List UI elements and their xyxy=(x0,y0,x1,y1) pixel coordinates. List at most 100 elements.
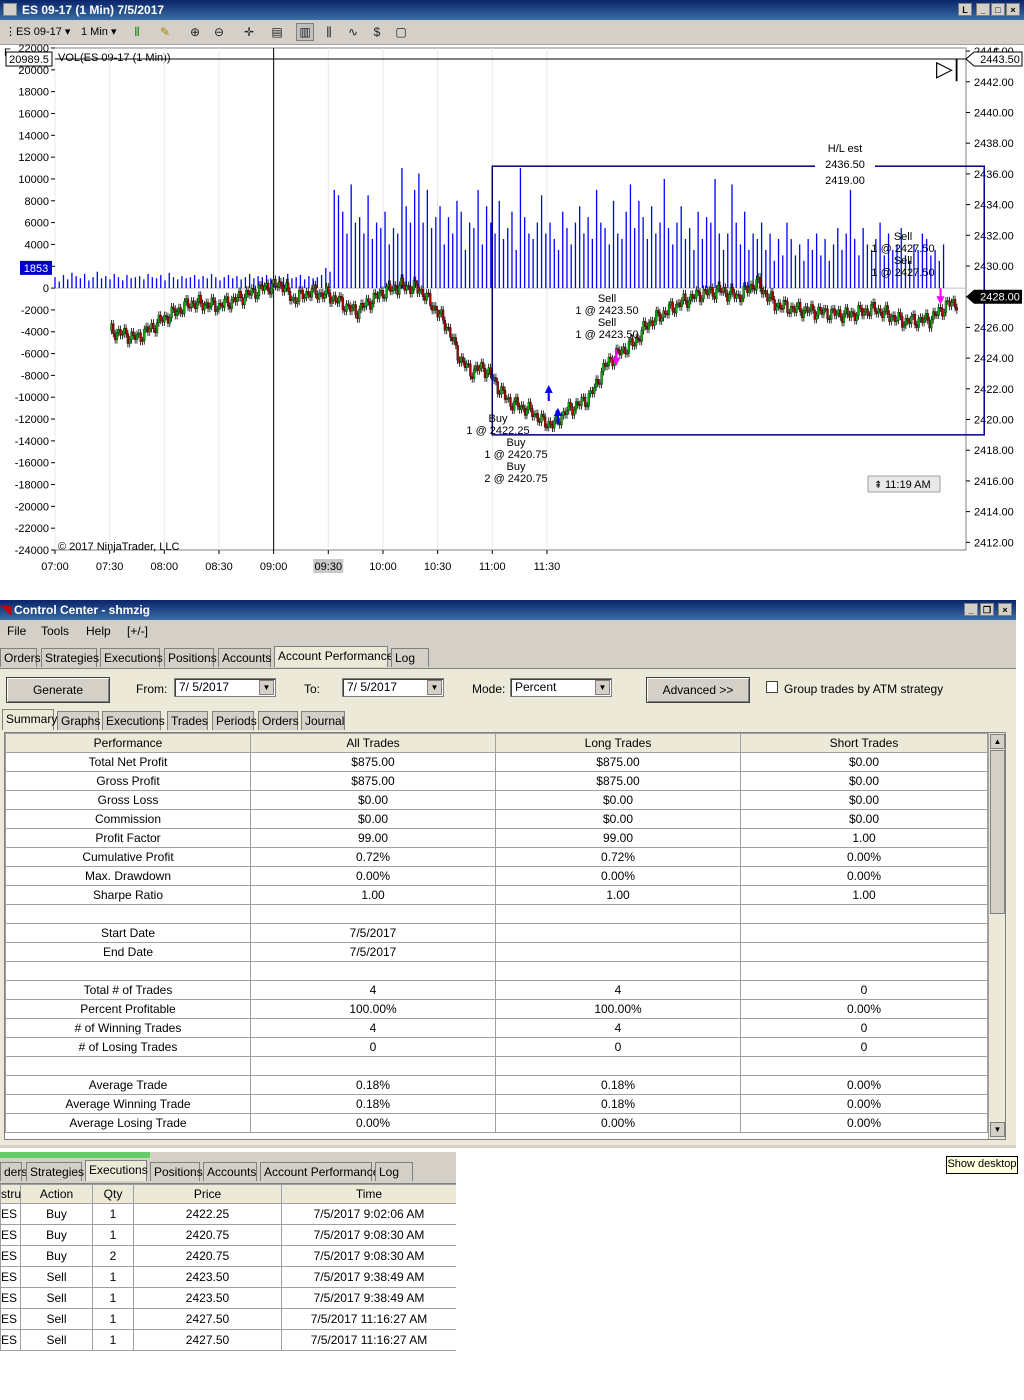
tab-executions[interactable]: Executions xyxy=(100,648,163,667)
perf-row[interactable]: Sharpe Ratio 1.00 1.00 1.00 xyxy=(5,885,988,905)
perf-row[interactable]: Gross Profit $875.00 $875.00 $0.00 xyxy=(5,771,988,791)
crosshair-icon[interactable]: ✛ xyxy=(240,23,258,41)
generate-button[interactable]: Generate xyxy=(6,677,110,703)
data-box-icon[interactable]: ▢ xyxy=(392,23,410,41)
perf-header-cell[interactable]: Short Trades xyxy=(740,733,988,753)
exec-tab-account-performance[interactable]: Account Performance xyxy=(260,1162,379,1181)
perf-row[interactable]: Commission $0.00 $0.00 $0.00 xyxy=(5,809,988,829)
execution-row[interactable]: ES 0Sell12427.507/5/2017 11:16:27 AM xyxy=(0,1308,456,1330)
execution-row[interactable]: ES 0Buy22420.757/5/2017 9:08:30 AM xyxy=(0,1245,456,1267)
perf-row[interactable] xyxy=(5,1056,988,1076)
from-date-field[interactable]: 7/ 5/2017 ▼ xyxy=(174,678,276,697)
scroll-down-icon[interactable]: ▼ xyxy=(990,1122,1005,1137)
perf-row[interactable]: Average Losing Trade 0.00% 0.00% 0.00% xyxy=(5,1113,988,1133)
perf-row[interactable]: # of Winning Trades 4 4 0 xyxy=(5,1018,988,1038)
perf-header-cell[interactable]: Long Trades xyxy=(495,733,741,753)
perf-row[interactable]: Profit Factor 99.00 99.00 1.00 xyxy=(5,828,988,848)
zoom-out-icon[interactable]: ⊖ xyxy=(210,23,228,41)
perf-row[interactable] xyxy=(5,961,988,981)
indicators-icon[interactable]: ∿ xyxy=(344,23,362,41)
group-trades-checkbox[interactable] xyxy=(766,681,778,693)
subtab-summary[interactable]: Summary xyxy=(2,709,57,730)
scroll-thumb[interactable] xyxy=(990,750,1005,914)
interval-selector[interactable]: 1 Min ▾ xyxy=(81,25,116,38)
execution-row[interactable]: ES 0Sell12423.507/5/2017 9:38:49 AM xyxy=(0,1287,456,1309)
chart-area[interactable]: FF▼VOL(ES 09-17 (1 Min))© 2017 NinjaTrad… xyxy=(0,43,1024,600)
perf-header-cell[interactable]: Performance xyxy=(5,733,251,753)
perf-row[interactable]: Cumulative Profit 0.72% 0.72% 0.00% xyxy=(5,847,988,867)
tab-strategies[interactable]: Strategies xyxy=(41,648,99,667)
bars-icon[interactable]: ⫼ xyxy=(320,23,338,41)
advanced-button[interactable]: Advanced >> xyxy=(646,677,750,703)
to-dropdown-icon[interactable]: ▼ xyxy=(427,680,442,695)
execution-row[interactable]: ES 0Sell12427.507/5/2017 11:16:27 AM xyxy=(0,1329,456,1351)
strategies-icon[interactable]: $ xyxy=(368,23,386,41)
zoom-in-icon[interactable]: ⊕ xyxy=(186,23,204,41)
chart-minimize-icon[interactable]: _ xyxy=(976,3,990,16)
cc-minimize-icon[interactable]: _ xyxy=(964,603,978,616)
perf-row[interactable] xyxy=(5,904,988,924)
cc-restore-icon[interactable]: ❐ xyxy=(980,603,994,616)
performance-scrollbar[interactable]: ▲ ▼ xyxy=(988,733,1005,1139)
exec-tab-strategies[interactable]: Strategies xyxy=(26,1162,84,1181)
perf-header-cell[interactable]: All Trades xyxy=(250,733,496,753)
mode-select[interactable]: Percent ▼ xyxy=(510,678,612,697)
subtab-executions[interactable]: Executions xyxy=(102,711,165,730)
mode-dropdown-icon[interactable]: ▼ xyxy=(595,680,610,695)
menu-toggle[interactable]: [+/-] xyxy=(127,624,148,638)
execution-cell: 1 xyxy=(92,1203,134,1225)
execution-row[interactable]: ES 0Buy12422.257/5/2017 9:02:06 AM xyxy=(0,1203,456,1225)
perf-row[interactable]: Average Winning Trade 0.18% 0.18% 0.00% xyxy=(5,1094,988,1114)
perf-row[interactable]: # of Losing Trades 0 0 0 xyxy=(5,1037,988,1057)
subtab-journal[interactable]: Journal xyxy=(301,711,345,730)
menu-tools[interactable]: Tools xyxy=(41,624,69,638)
drawing-pencil-icon[interactable]: ✎ xyxy=(156,23,174,41)
from-dropdown-icon[interactable]: ▼ xyxy=(259,680,274,695)
exec-header-cell[interactable]: Price xyxy=(133,1184,282,1204)
scroll-up-icon[interactable]: ▲ xyxy=(990,734,1005,749)
chart-restore-icon[interactable]: L xyxy=(958,3,972,16)
perf-row[interactable]: End Date 7/5/2017 xyxy=(5,942,988,962)
perf-row[interactable]: Max. Drawdown 0.00% 0.00% 0.00% xyxy=(5,866,988,886)
cc-close-icon[interactable]: × xyxy=(998,603,1012,616)
chart-style-icon[interactable]: ⫴ xyxy=(128,23,146,41)
chart-titlebar[interactable]: ES 09-17 (1 Min) 7/5/2017 L _ □ × xyxy=(0,0,1024,20)
exec-tab-accounts[interactable]: Accounts xyxy=(203,1162,257,1181)
tab-account-performance[interactable]: Account Performance xyxy=(274,646,393,667)
exec-tab-log[interactable]: Log xyxy=(375,1162,413,1181)
exec-tab-positions[interactable]: Positions xyxy=(150,1162,203,1181)
perf-row[interactable]: Total Net Profit $875.00 $875.00 $0.00 xyxy=(5,752,988,772)
exec-header-cell[interactable]: Qty xyxy=(92,1184,134,1204)
tab-orders[interactable]: Orders xyxy=(0,648,41,667)
menu-help[interactable]: Help xyxy=(86,624,111,638)
tab-positions[interactable]: Positions xyxy=(164,648,217,667)
properties-icon[interactable]: ▤ xyxy=(268,23,286,41)
exec-tab-orders[interactable]: ders xyxy=(0,1162,27,1181)
cc-titlebar[interactable]: ◥ Control Center - shmzig _ ❐ × xyxy=(0,600,1016,620)
instrument-selector[interactable]: ES 09-17 ▾ xyxy=(16,25,70,38)
subtab-trades[interactable]: Trades xyxy=(167,711,208,730)
tab-accounts[interactable]: Accounts xyxy=(218,648,271,667)
tab-log[interactable]: Log xyxy=(391,648,429,667)
perf-value: 1.00 xyxy=(740,828,988,848)
perf-row[interactable]: Gross Loss $0.00 $0.00 $0.00 xyxy=(5,790,988,810)
perf-row[interactable]: Percent Profitable 100.00% 100.00% 0.00% xyxy=(5,999,988,1019)
exec-header-cell[interactable]: stru xyxy=(0,1184,21,1204)
subtab-periods[interactable]: Periods xyxy=(212,711,257,730)
exec-header-cell[interactable]: Time xyxy=(281,1184,456,1204)
chart-maximize-icon[interactable]: □ xyxy=(991,3,1005,16)
price-volume-chart[interactable]: FF▼VOL(ES 09-17 (1 Min))© 2017 NinjaTrad… xyxy=(0,43,1024,600)
execution-row[interactable]: ES 0Sell12423.507/5/2017 9:38:49 AM xyxy=(0,1266,456,1288)
perf-row[interactable]: Total # of Trades 4 4 0 xyxy=(5,980,988,1000)
perf-row[interactable]: Average Trade 0.18% 0.18% 0.00% xyxy=(5,1075,988,1095)
subtab-graphs[interactable]: Graphs xyxy=(57,711,100,730)
menu-file[interactable]: File xyxy=(7,624,26,638)
to-date-field[interactable]: 7/ 5/2017 ▼ xyxy=(342,678,444,697)
exec-tab-executions[interactable]: Executions xyxy=(85,1160,148,1181)
chart-trader-icon[interactable]: ▥ xyxy=(296,23,314,41)
subtab-orders[interactable]: Orders xyxy=(258,711,299,730)
exec-header-cell[interactable]: Action xyxy=(20,1184,93,1204)
chart-close-icon[interactable]: × xyxy=(1006,3,1020,16)
perf-row[interactable]: Start Date 7/5/2017 xyxy=(5,923,988,943)
execution-row[interactable]: ES 0Buy12420.757/5/2017 9:08:30 AM xyxy=(0,1224,456,1246)
